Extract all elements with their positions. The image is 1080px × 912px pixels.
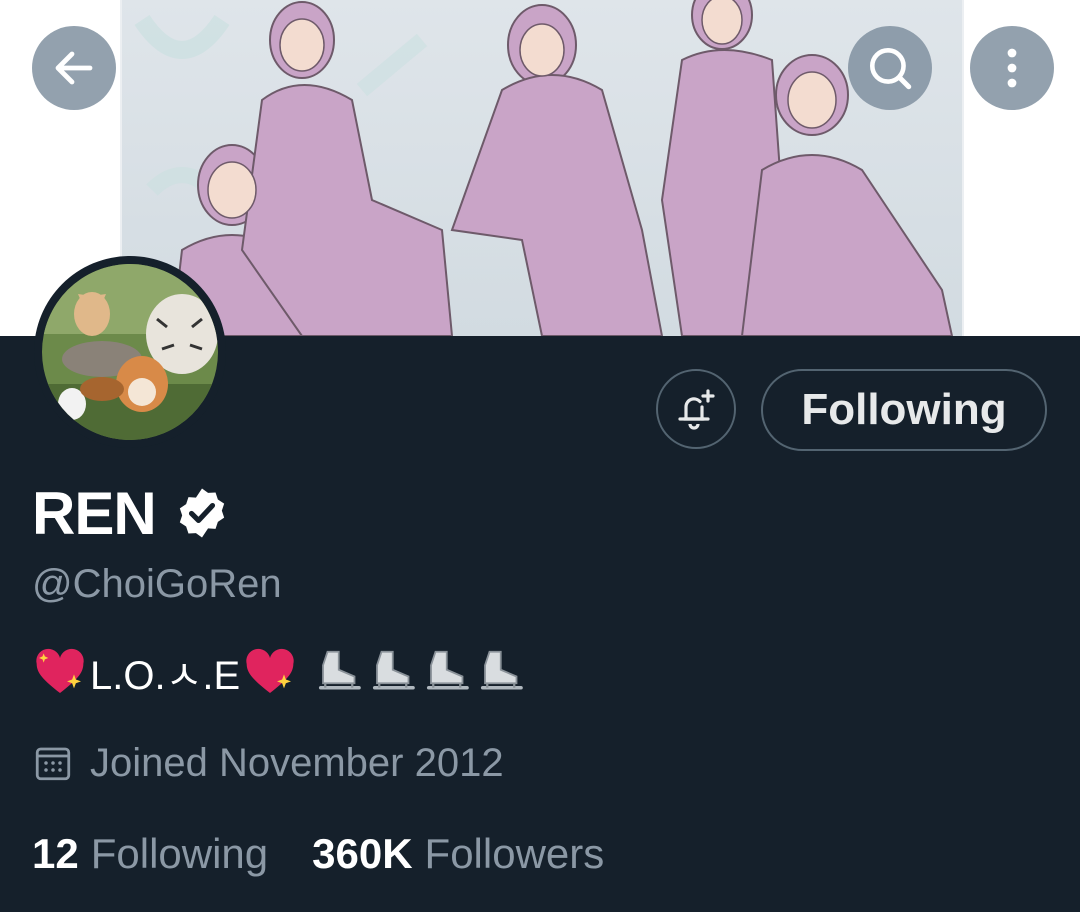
verified-badge-icon bbox=[179, 488, 224, 538]
bio: L.O.ㅅ.E bbox=[32, 642, 530, 702]
more-vertical-icon bbox=[1007, 48, 1017, 88]
ice-skate-icon bbox=[427, 650, 469, 690]
profile-avatar[interactable] bbox=[34, 256, 226, 448]
ice-skate-icon bbox=[481, 650, 523, 690]
following-count: 12 bbox=[32, 830, 79, 877]
bell-plus-icon bbox=[678, 389, 715, 430]
bio-text: L.O.ㅅ.E bbox=[90, 654, 241, 698]
search-icon bbox=[870, 48, 912, 90]
display-name: REN bbox=[32, 479, 157, 547]
calendar-icon bbox=[35, 747, 71, 781]
ice-skate-icon bbox=[373, 650, 415, 690]
followers-label: Followers bbox=[424, 830, 605, 877]
avatar-image bbox=[42, 264, 218, 440]
search-button[interactable] bbox=[848, 26, 932, 110]
sparkling-heart-icon bbox=[36, 648, 84, 693]
follow-stats: 12 Following 360K Followers bbox=[32, 826, 604, 882]
arrow-left-icon bbox=[55, 51, 93, 85]
joined-date-row: Joined November 2012 bbox=[32, 735, 504, 791]
following-count-link[interactable]: 12 Following bbox=[32, 830, 268, 878]
notifications-button[interactable] bbox=[656, 369, 736, 449]
banner-illustration bbox=[120, 0, 964, 336]
sparkling-heart-icon bbox=[246, 648, 294, 693]
more-options-button[interactable] bbox=[970, 26, 1054, 110]
following-button[interactable]: Following bbox=[761, 369, 1047, 451]
handle: @ChoiGoRen bbox=[32, 562, 282, 606]
following-label: Following bbox=[90, 830, 269, 877]
ice-skate-icon bbox=[319, 650, 361, 690]
display-name-row: REN bbox=[32, 478, 230, 548]
joined-date: Joined November 2012 bbox=[90, 740, 504, 785]
ice-skate-emojis bbox=[314, 644, 530, 700]
followers-count-link[interactable]: 360K Followers bbox=[312, 830, 604, 878]
back-button[interactable] bbox=[32, 26, 116, 110]
followers-count: 360K bbox=[312, 830, 413, 877]
